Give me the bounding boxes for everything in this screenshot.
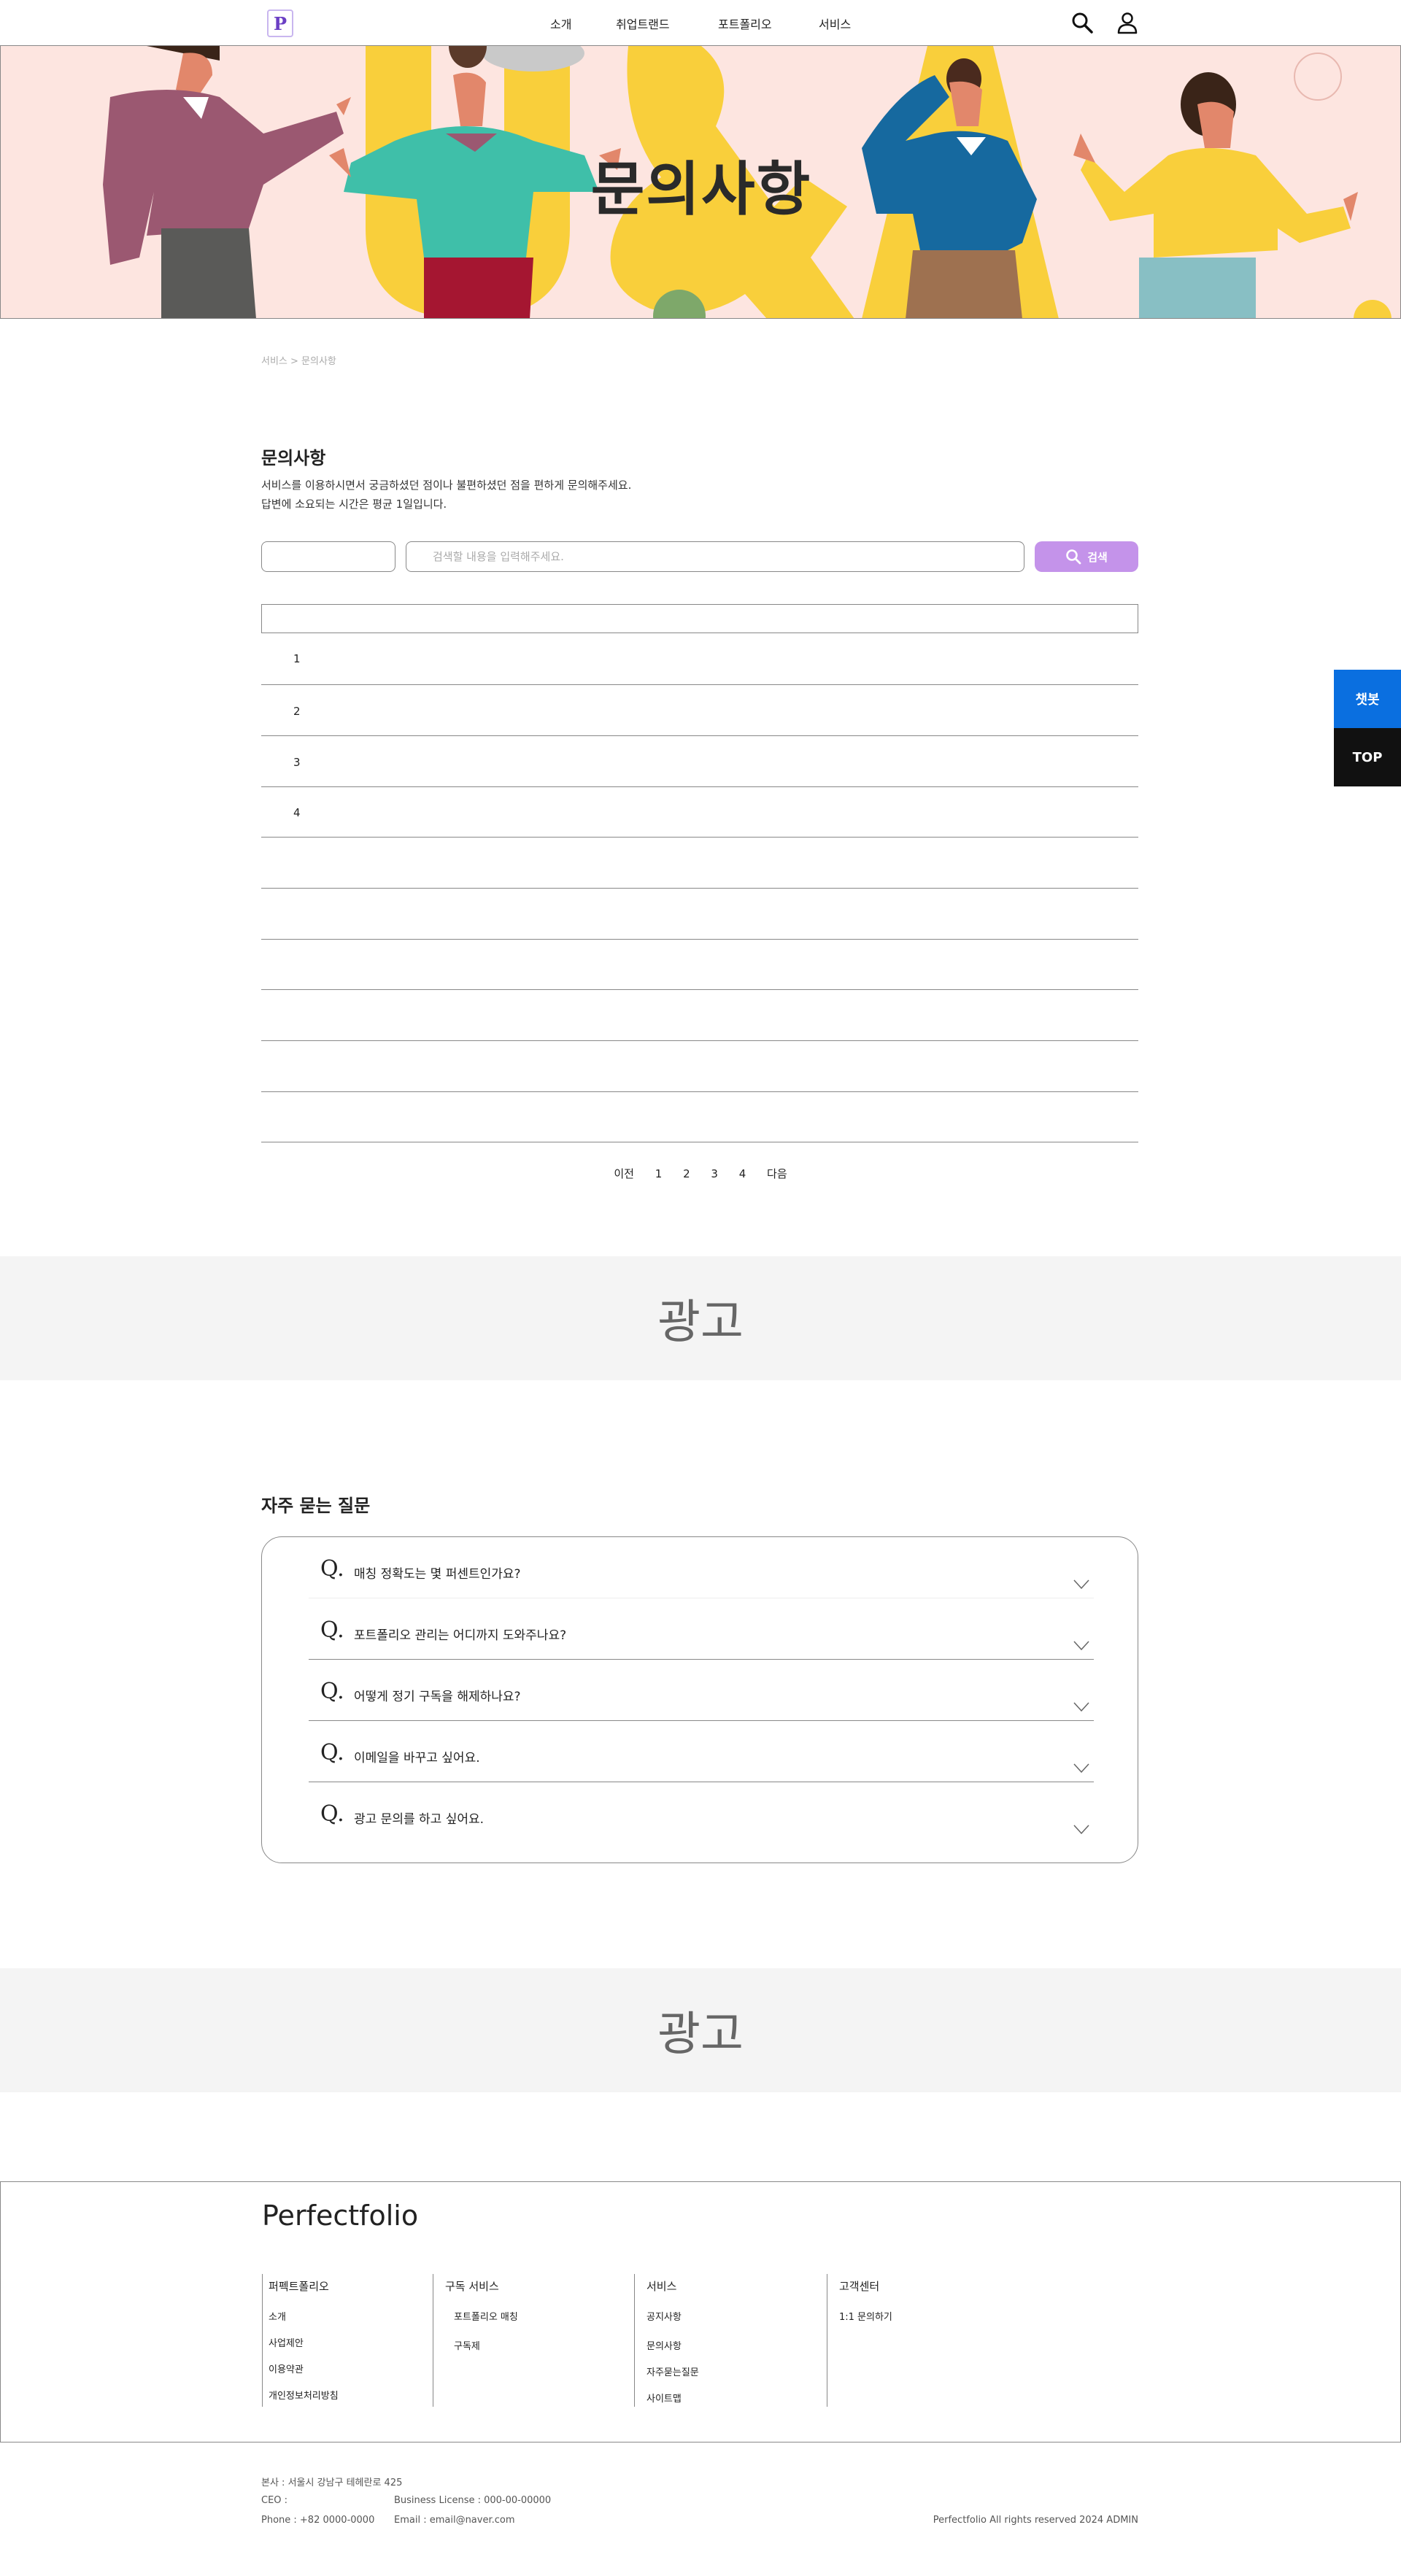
table-row[interactable] (261, 1092, 1138, 1142)
footer-link[interactable]: 구독제 (454, 2338, 480, 2352)
faq-question: 이메일을 바꾸고 싶어요. (354, 1751, 480, 1765)
footer-link[interactable]: 문의사항 (647, 2338, 682, 2352)
table-row[interactable] (261, 940, 1138, 990)
category-select[interactable] (261, 541, 395, 572)
description-line: 서비스를 이용하시면서 궁금하셨던 점이나 불편하셨던 점을 편하게 문의해주세… (261, 479, 632, 492)
ad-banner[interactable]: 광고 (0, 1968, 1401, 2092)
faq-question: 어떻게 정기 구독을 해제하나요? (354, 1690, 521, 1704)
footer-column-title: 퍼펙트폴리오 (269, 2280, 329, 2293)
footer-link[interactable]: 사업제안 (269, 2335, 304, 2349)
table-row[interactable]: 4 (261, 787, 1138, 838)
footer-column-title: 서비스 (647, 2280, 677, 2293)
footer-link[interactable]: 공지사항 (647, 2309, 682, 2323)
user-icon[interactable] (1115, 10, 1140, 35)
hero-banner: 문의사항 (0, 46, 1401, 319)
footer-phone: Phone : +82 0000-0000 (261, 2515, 375, 2526)
page-title: 문의사항 (261, 448, 326, 468)
pagination-page[interactable]: 1 (655, 1167, 663, 1180)
footer-column: 서비스 공지사항 문의사항 자주묻는질문 사이트맵 (634, 2274, 824, 2407)
description-line: 답변에 소요되는 시간은 평균 1일입니다. (261, 498, 447, 511)
faq-item[interactable]: Q. 어떻게 정기 구독을 해제하나요? (309, 1660, 1094, 1721)
search-input[interactable] (406, 541, 1024, 572)
chevron-down-icon[interactable] (1073, 1579, 1089, 1590)
row-number: 4 (293, 806, 301, 819)
footer-column: 구독 서비스 포트폴리오 매칭 구독제 (433, 2274, 615, 2407)
chevron-down-icon[interactable] (1073, 1702, 1089, 1712)
nav-item-portfolio[interactable]: 포트폴리오 (718, 15, 772, 32)
table-header (261, 604, 1138, 633)
table-row[interactable]: 3 (261, 736, 1138, 787)
footer-license: Business License : 000-00-00000 (394, 2495, 552, 2506)
footer-ceo: CEO : (261, 2495, 288, 2506)
main-nav: 소개 취업트랜드 포트폴리오 서비스 (0, 15, 1401, 32)
pagination-page[interactable]: 4 (739, 1167, 746, 1180)
footer-column: 고객센터 1:1 문의하기 (827, 2274, 973, 2407)
search-button[interactable]: 검색 (1035, 541, 1138, 572)
pagination: 이전 1 2 3 4 다음 (0, 1166, 1401, 1181)
footer-link[interactable]: 1:1 문의하기 (839, 2309, 892, 2323)
chevron-down-icon[interactable] (1073, 1641, 1089, 1651)
pagination-page[interactable]: 2 (683, 1167, 690, 1180)
footer-copyright: Perfectfolio All rights reserved 2024 AD… (933, 2515, 1138, 2526)
footer-column-title: 구독 서비스 (445, 2280, 499, 2293)
ad-banner[interactable]: 광고 (0, 1256, 1401, 1380)
faq-list: Q. 매칭 정확도는 몇 퍼센트인가요? Q. 포트폴리오 관리는 어디까지 도… (261, 1536, 1138, 1863)
search-icon (1066, 549, 1081, 565)
footer-link[interactable]: 소개 (269, 2309, 286, 2323)
page-description: 서비스를 이용하시면서 궁금하셨던 점이나 불편하셨던 점을 편하게 문의해주세… (261, 476, 631, 514)
footer-link[interactable]: 자주묻는질문 (647, 2364, 699, 2378)
footer-link[interactable]: 포트폴리오 매칭 (454, 2309, 518, 2323)
row-number: 1 (293, 652, 301, 665)
faq-item[interactable]: Q. 이메일을 바꾸고 싶어요. (309, 1721, 1094, 1782)
faq-item[interactable]: Q. 광고 문의를 하고 싶어요. (309, 1782, 1094, 1844)
table-row[interactable]: 2 (261, 685, 1138, 736)
nav-item-intro[interactable]: 소개 (550, 15, 571, 32)
hero-title: 문의사항 (590, 155, 812, 223)
faq-question: 포트폴리오 관리는 어디까지 도와주나요? (354, 1628, 567, 1643)
footer-column-title: 고객센터 (839, 2280, 880, 2293)
footer-column: 퍼펙트폴리오 소개 사업제안 이용약관 개인정보처리방침 (262, 2274, 430, 2407)
q-mark: Q. (320, 1556, 344, 1582)
q-mark: Q. (320, 1617, 344, 1643)
faq-title: 자주 묻는 질문 (261, 1496, 371, 1516)
table-row[interactable] (261, 1041, 1138, 1092)
footer-link[interactable]: 이용약관 (269, 2362, 304, 2375)
row-number: 2 (293, 705, 301, 718)
footer-address: 본사 : 서울시 강남구 테헤란로 425 (261, 2478, 403, 2488)
pagination-prev[interactable]: 이전 (614, 1166, 634, 1181)
row-number: 3 (293, 756, 301, 769)
top-button[interactable]: TOP (1334, 728, 1401, 786)
search-button-label: 검색 (1087, 550, 1108, 564)
table-row[interactable] (261, 990, 1138, 1041)
chatbot-button[interactable]: 챗봇 (1334, 670, 1401, 728)
faq-question: 광고 문의를 하고 싶어요. (354, 1812, 485, 1827)
table-row[interactable]: 1 (261, 633, 1138, 685)
faq-item[interactable]: Q. 매칭 정확도는 몇 퍼센트인가요? (309, 1537, 1094, 1598)
footer-link[interactable]: 개인정보처리방침 (269, 2388, 339, 2402)
pagination-next[interactable]: 다음 (767, 1166, 787, 1181)
faq-item[interactable]: Q. 포트폴리오 관리는 어디까지 도와주나요? (309, 1598, 1094, 1660)
faq-question: 매칭 정확도는 몇 퍼센트인가요? (354, 1567, 521, 1582)
chevron-down-icon[interactable] (1073, 1825, 1089, 1835)
breadcrumb[interactable]: 서비스 > 문의사항 (261, 353, 336, 367)
footer-brand: Perfectfolio (262, 2200, 419, 2232)
search-icon[interactable] (1070, 10, 1095, 35)
footer-email: Email : email@naver.com (394, 2515, 515, 2526)
pagination-page[interactable]: 3 (711, 1167, 718, 1180)
site-header: P 소개 취업트랜드 포트폴리오 서비스 (0, 0, 1401, 46)
q-mark: Q. (320, 1740, 344, 1765)
footer-link[interactable]: 사이트맵 (647, 2391, 682, 2405)
q-mark: Q. (320, 1801, 344, 1827)
table-row[interactable] (261, 838, 1138, 889)
table-row[interactable] (261, 889, 1138, 940)
nav-item-trends[interactable]: 취업트랜드 (616, 15, 670, 32)
chevron-down-icon[interactable] (1073, 1763, 1089, 1774)
q-mark: Q. (320, 1679, 344, 1704)
footer: Perfectfolio 퍼펙트폴리오 소개 사업제안 이용약관 개인정보처리방… (0, 2181, 1401, 2442)
nav-item-service[interactable]: 서비스 (819, 15, 851, 32)
